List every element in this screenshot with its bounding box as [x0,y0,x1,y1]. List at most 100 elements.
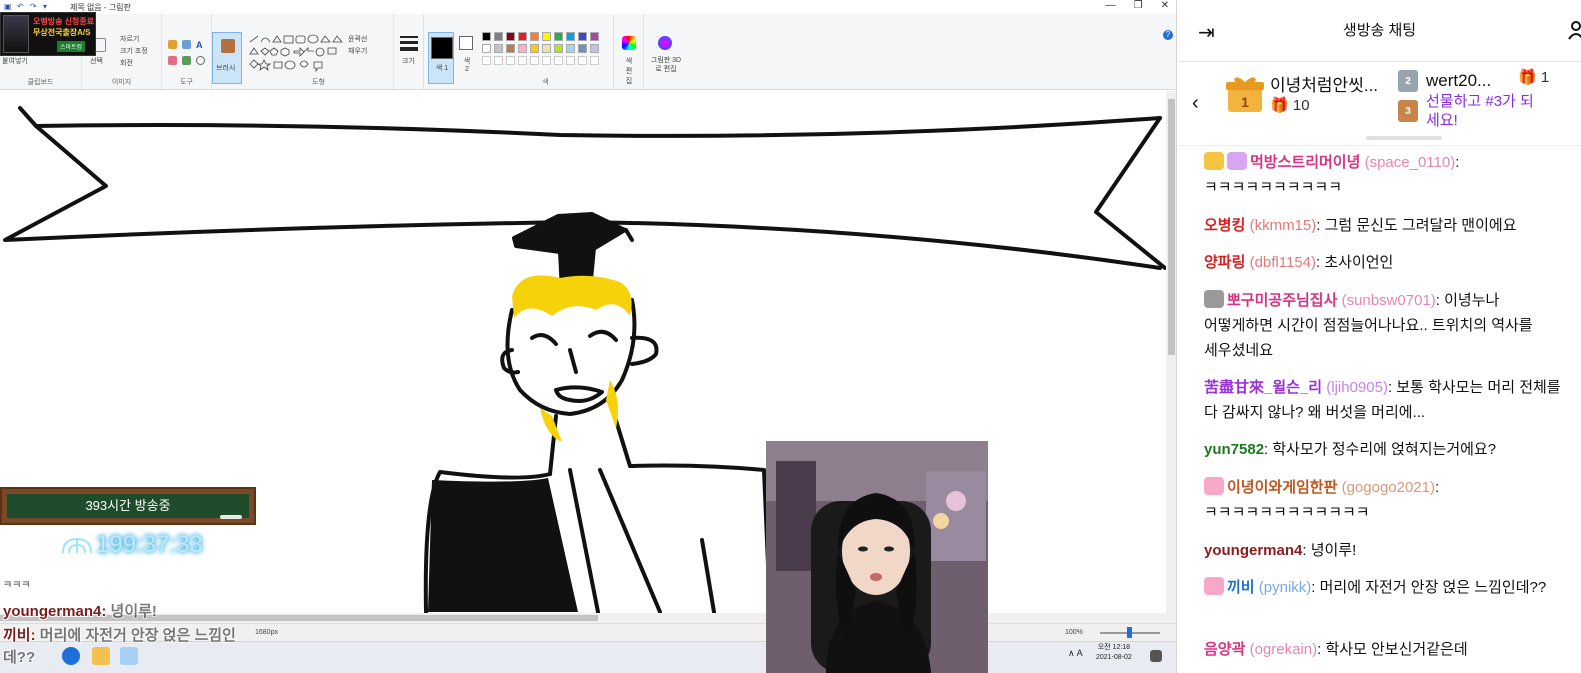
customize-icon[interactable]: ▾ [43,2,52,11]
custom-color-slot[interactable] [506,56,515,65]
palette-swatch[interactable] [518,44,527,53]
palette-swatch[interactable] [530,32,539,41]
size-group[interactable]: 크기 [394,14,424,90]
rank2-username[interactable]: wert20... [1426,71,1491,91]
custom-color-slot[interactable] [494,56,503,65]
palette-swatch[interactable] [506,44,515,53]
chat-user-id[interactable]: (space_0110) [1360,154,1456,171]
taskbar-clock[interactable]: 오전 12:18 2021-08-02 [1096,643,1132,663]
color-picker-icon[interactable] [182,56,191,65]
palette-swatch[interactable] [566,44,575,53]
broadcast-hours-board: 393시간 방송중 [0,487,256,525]
undo-icon[interactable]: ↶ [17,2,26,11]
crop-button[interactable]: 자르기 [120,34,139,44]
chat-username[interactable]: 이녕이와게임한판 [1227,479,1337,496]
chat-username[interactable]: youngerman4 [1204,542,1302,559]
chat-user-id[interactable]: (ogrekain) [1245,641,1318,658]
gift-cta[interactable]: 선물하고 #3가 되세요! [1426,92,1546,130]
chat-user-id[interactable]: (dbfl1154) [1245,254,1316,271]
rank1-username[interactable]: 이녕처럼안씻... [1270,71,1378,96]
fill-icon[interactable] [182,40,191,49]
maximize-button[interactable]: ❐ [1134,0,1143,11]
help-icon[interactable]: ? [1163,30,1173,40]
rotate-button[interactable]: 회전 [120,58,133,68]
text-icon[interactable]: A [196,40,205,50]
paint3d-button[interactable]: 그림판 3D로 편집 [644,14,686,90]
stream-timer: 199:37:33 [96,531,203,558]
palette-swatch[interactable] [566,32,575,41]
save-icon[interactable]: ▣ [4,2,13,11]
chat-text: : 녕이루! [1302,542,1357,559]
leaderboard-back-button[interactable]: ‹ [1192,92,1199,115]
chat-username[interactable]: 끼비 [1227,579,1255,596]
palette-swatch[interactable] [482,44,491,53]
overlay-chat-nick: youngerman4: [3,603,107,620]
paste-button[interactable]: 붙여넣기 [2,56,28,66]
chat-user-id[interactable]: (kkmm15) [1245,217,1317,234]
palette-swatch[interactable] [506,32,515,41]
brushes-button[interactable]: 브러시 [212,32,242,84]
chat-user-id[interactable]: (pynikk) [1255,579,1312,596]
rank1-gift-count: 🎁 10 [1270,96,1310,114]
fill-dropdown[interactable]: 채우기 [348,46,367,56]
edit-colors-button[interactable]: 색 편집 [614,14,644,90]
color1-label: 색 1 [435,65,449,72]
minimize-button[interactable]: — [1106,0,1116,11]
user-list-icon[interactable] [1567,20,1581,40]
magnifier-icon[interactable] [196,56,205,65]
palette-swatch[interactable] [590,44,599,53]
palette-swatch[interactable] [542,32,551,41]
chat-username[interactable]: 음양곽 [1204,641,1245,658]
color2-button[interactable]: 색 2 [456,14,478,90]
palette-swatch[interactable] [554,44,563,53]
palette-swatch[interactable] [590,32,599,41]
palette-swatch[interactable] [530,44,539,53]
eraser-icon[interactable] [168,56,177,65]
chat-username[interactable]: 뽀구미공주님집사 [1227,292,1337,309]
custom-color-slot[interactable] [578,56,587,65]
select-button[interactable]: 선택 [90,56,103,66]
pencil-icon[interactable] [168,40,177,49]
palette-swatch[interactable] [494,32,503,41]
chat-username[interactable]: yun7582 [1204,441,1264,458]
custom-color-slot[interactable] [542,56,551,65]
palette-swatch[interactable] [494,44,503,53]
palette-swatch[interactable] [578,44,587,53]
chat-text: : 학사모가 정수리에 얹혀지는거에요? [1264,441,1497,458]
chat-username[interactable]: 오병킹 [1204,217,1245,234]
chat-username[interactable]: 양파링 [1204,254,1245,271]
chat-username[interactable]: 먹방스트리머이녕 [1250,154,1360,171]
custom-color-slot[interactable] [554,56,563,65]
close-button[interactable]: ✕ [1161,0,1169,11]
vertical-scrollbar[interactable] [1166,91,1176,623]
shapes-gallery[interactable] [248,34,344,74]
chat-text: : 머리에 자전거 안장 얹은 느낌인데?? [1311,579,1547,596]
chat-user-id[interactable]: (sunbsw0701) [1337,292,1436,309]
custom-color-slot[interactable] [566,56,575,65]
palette-swatch[interactable] [578,32,587,41]
badge-icon [1204,477,1224,495]
outline-dropdown[interactable]: 윤곽선 [348,34,367,44]
chat-title: 생방송 채팅 [1342,22,1417,39]
custom-color-slot[interactable] [530,56,539,65]
redo-icon[interactable]: ↷ [30,2,39,11]
custom-color-slot[interactable] [590,56,599,65]
custom-color-slot[interactable] [518,56,527,65]
mouth [554,385,604,403]
chat-user-id[interactable]: (gogogo2021) [1337,479,1435,496]
resize-button[interactable]: 크기 조정 [120,46,148,56]
vertical-scroll-thumb[interactable] [1168,99,1175,355]
leaderboard-drag-handle[interactable] [1366,136,1442,140]
palette-swatch[interactable] [518,32,527,41]
system-tray[interactable]: ∧ A [1068,648,1083,659]
overlay-chat-line: 끼비: 머리에 자전거 안장 얹은 느낌인 [3,624,236,645]
notification-icon[interactable] [1150,650,1162,662]
zoom-slider-knob[interactable] [1127,627,1132,638]
chat-username[interactable]: 苦盡甘來_윌슨_리 [1204,379,1322,396]
palette-swatch[interactable] [554,32,563,41]
custom-color-slot[interactable] [482,56,491,65]
palette-swatch[interactable] [482,32,491,41]
color1-button[interactable]: 색 1 [428,32,454,84]
chat-user-id[interactable]: (ljih0905) [1322,379,1388,396]
palette-swatch[interactable] [542,44,551,53]
